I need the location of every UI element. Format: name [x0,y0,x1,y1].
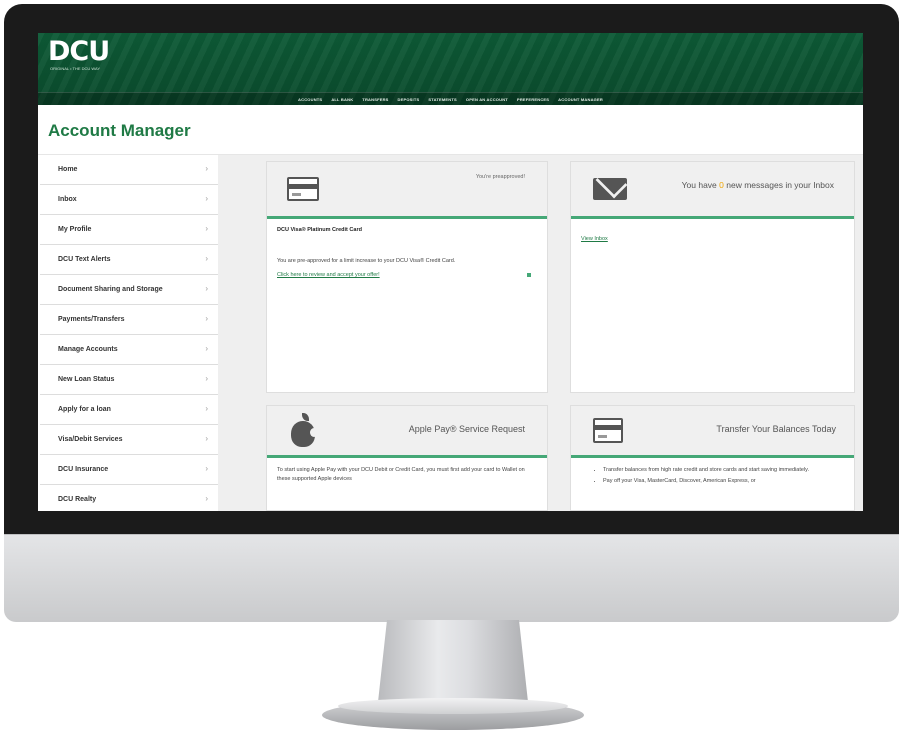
sidebar-item-label: Inbox [58,196,77,203]
chevron-right-icon: › [205,164,208,173]
nav-item-transfers[interactable]: TRANSFERS [362,97,388,102]
card-header: Apple Pay® Service Request [267,406,547,458]
message-count: 0 [719,180,724,190]
sidebar-item-label: Document Sharing and Storage [58,286,163,293]
nav-item-open-account[interactable]: OPEN AN ACCOUNT [466,97,508,102]
apple-icon [291,413,318,447]
sidebar-item-insurance[interactable]: DCU Insurance › [40,455,218,485]
monitor-chin [4,534,899,622]
list-item: Transfer balances from high rate credit … [603,466,844,475]
sidebar-item-my-profile[interactable]: My Profile › [40,215,218,245]
sidebar-item-label: DCU Text Alerts [58,256,111,263]
sidebar-item-label: Visa/Debit Services [58,436,123,443]
credit-card-icon [287,177,319,201]
sidebar-item-label: DCU Insurance [58,466,109,473]
page-header: Account Manager [38,105,863,155]
sidebar-item-new-loan-status[interactable]: New Loan Status › [40,365,218,395]
chevron-right-icon: › [205,284,208,293]
monitor-stand-base-top [338,698,568,714]
card-header: You're preapproved! [267,162,547,219]
messages-card: You have 0 new messages in your Inbox Vi… [570,161,855,393]
sidebar-item-label: Home [58,166,78,173]
monitor-stand-neck [378,620,528,702]
nav-item-deposits[interactable]: DEPOSITS [398,97,420,102]
card-body: To start using Apple Pay with your DCU D… [267,458,547,492]
sidebar-item-payments-transfers[interactable]: Payments/Transfers › [40,305,218,335]
chevron-right-icon: › [205,464,208,473]
chevron-right-icon: › [205,254,208,263]
site-banner: DCU ORIGINAL • THE DCU WAY ACCOUNTS ALL … [38,33,863,105]
sidebar-item-visa-debit[interactable]: Visa/Debit Services › [40,425,218,455]
chevron-right-icon: › [205,344,208,353]
transfer-card: Transfer Your Balances Today Transfer ba… [570,405,855,511]
sidebar-item-label: DCU Realty [58,496,97,503]
transfer-bullet-list: Transfer balances from high rate credit … [581,466,844,486]
apple-pay-card: Apple Pay® Service Request To start usin… [266,405,548,511]
offer-row: Click here to review and accept your off… [277,272,537,278]
messages-summary: You have 0 new messages in your Inbox [664,176,834,194]
chevron-right-icon: › [205,404,208,413]
nav-item-statements[interactable]: STATEMENTS [428,97,457,102]
chevron-right-icon: › [205,494,208,503]
chevron-right-icon: › [205,224,208,233]
sidebar-item-inbox[interactable]: Inbox › [40,185,218,215]
envelope-icon [593,178,627,200]
preapproved-note: You're preapproved! [475,174,525,180]
green-square-icon [527,273,531,277]
messages-text-after: new messages in your Inbox [726,180,834,190]
preapproved-card: You're preapproved! DCU Visa® Platinum C… [266,161,548,393]
sidebar-item-label: Manage Accounts [58,346,118,353]
dcu-logo[interactable]: DCU [48,36,110,67]
card-header: You have 0 new messages in your Inbox [571,162,854,219]
nav-item-all-bank[interactable]: ALL BANK [331,97,353,102]
chevron-right-icon: › [205,314,208,323]
card-header: Transfer Your Balances Today [571,406,854,458]
sidebar-item-apply-loan[interactable]: Apply for a loan › [40,395,218,425]
nav-item-accounts[interactable]: ACCOUNTS [298,97,322,102]
sidebar-item-label: Payments/Transfers [58,316,125,323]
credit-card-icon [593,418,623,443]
logo-tagline: ORIGINAL • THE DCU WAY [50,66,101,71]
card-title: Apple Pay® Service Request [408,424,525,434]
page-title: Account Manager [48,121,191,140]
chevron-right-icon: › [205,374,208,383]
sidebar-item-realty[interactable]: DCU Realty › [40,485,218,511]
list-item: Pay off your Visa, MasterCard, Discover,… [603,477,844,486]
card-text: To start using Apple Pay with your DCU D… [277,467,525,482]
review-offer-link[interactable]: Click here to review and accept your off… [277,272,380,278]
nav-item-account-manager[interactable]: ACCOUNT MANAGER [558,97,603,102]
chevron-right-icon: › [205,194,208,203]
screen: DCU ORIGINAL • THE DCU WAY ACCOUNTS ALL … [38,33,863,511]
card-body: Transfer balances from high rate credit … [571,458,854,496]
sidebar-item-text-alerts[interactable]: DCU Text Alerts › [40,245,218,275]
sidebar-item-home[interactable]: Home › [40,155,218,185]
sidebar-item-label: New Loan Status [58,376,115,383]
sidebar-item-label: My Profile [58,226,92,233]
sidebar: Home › Inbox › My Profile › DCU Text Alerts… [40,155,218,511]
sidebar-item-manage-accounts[interactable]: Manage Accounts › [40,335,218,365]
card-body: DCU Visa® Platinum Credit Card You are p… [267,219,547,286]
nav-item-preferences[interactable]: PREFERENCES [517,97,549,102]
card-title: DCU Visa® Platinum Credit Card [277,227,362,233]
view-inbox-link[interactable]: View Inbox [581,236,608,242]
chevron-right-icon: › [205,434,208,443]
messages-text-before: You have [681,180,717,190]
card-body: View Inbox [571,219,854,253]
top-navigation: ACCOUNTS ALL BANK TRANSFERS DEPOSITS STA… [38,92,863,105]
sidebar-item-document-sharing[interactable]: Document Sharing and Storage › [40,275,218,305]
sidebar-item-label: Apply for a loan [58,406,111,413]
card-text: You are pre-approved for a limit increas… [277,258,456,264]
card-title: Transfer Your Balances Today [716,424,836,434]
main-content: You're preapproved! DCU Visa® Platinum C… [218,155,863,511]
